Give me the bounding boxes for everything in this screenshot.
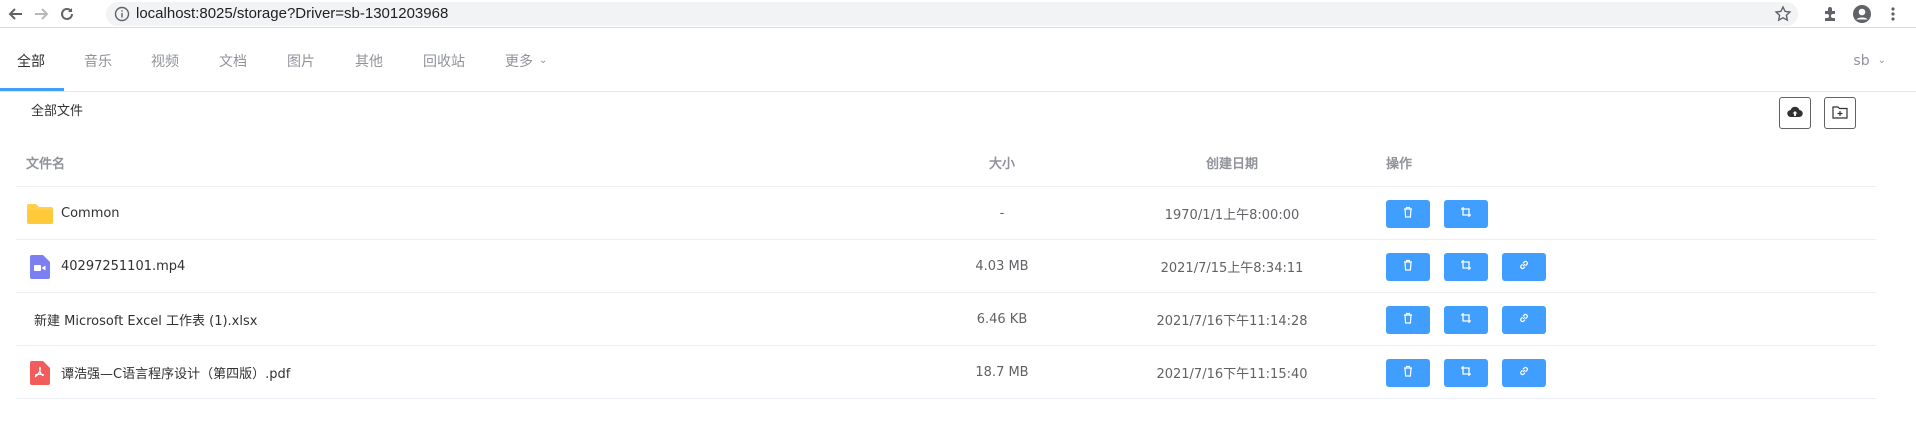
column-header-size[interactable]: 大小: [912, 138, 1092, 187]
table-row[interactable]: Common - 1970/1/1上午8:00:00: [16, 187, 1876, 240]
tab-label: 视频: [151, 53, 179, 70]
file-date: 2021/7/16下午11:14:28: [1156, 314, 1308, 329]
link-icon: [1518, 365, 1530, 381]
delete-button[interactable]: [1386, 252, 1430, 281]
file-date: 2021/7/16下午11:15:40: [1156, 367, 1308, 382]
new-folder-button[interactable]: [1824, 97, 1856, 129]
tab-label: 回收站: [423, 53, 465, 70]
active-tab-indicator: [0, 88, 64, 91]
file-name-cell[interactable]: 谭浩强—C语言程序设计（第四版）.pdf: [26, 346, 290, 399]
address-bar[interactable]: localhost:8025/storage?Driver=sb-1301203…: [106, 2, 1798, 26]
tab-label: 图片: [287, 53, 315, 70]
file-date: 1970/1/1上午8:00:00: [1164, 208, 1300, 223]
forward-icon[interactable]: [31, 4, 51, 24]
row-actions: [1386, 240, 1546, 293]
trash-icon: [1402, 312, 1414, 328]
row-actions: [1386, 293, 1546, 346]
tab-other[interactable]: 其他: [355, 29, 383, 92]
column-header-actions: 操作: [1386, 157, 1413, 172]
file-name-cell[interactable]: 40297251101.mp4: [26, 240, 185, 293]
tab-more[interactable]: 更多 ⌄: [505, 29, 547, 92]
table-row[interactable]: 谭浩强—C语言程序设计（第四版）.pdf 18.7 MB 2021/7/16下午…: [16, 346, 1876, 399]
column-header-date[interactable]: 创建日期: [1112, 138, 1352, 187]
table-header: 文件名 大小 创建日期 操作: [16, 138, 1876, 187]
folder-add-icon: [1832, 104, 1848, 123]
file-size: -: [999, 206, 1005, 221]
tab-music[interactable]: 音乐: [84, 29, 112, 92]
tab-label: 更多: [505, 53, 533, 70]
back-icon[interactable]: [6, 4, 26, 24]
crop-button[interactable]: [1444, 252, 1488, 281]
crop-button[interactable]: [1444, 358, 1488, 387]
upload-button[interactable]: [1779, 97, 1811, 129]
breadcrumb[interactable]: 全部文件: [31, 100, 83, 119]
delete-button[interactable]: [1386, 199, 1430, 228]
crop-icon: [1460, 206, 1472, 222]
bookmark-star-icon[interactable]: [1774, 5, 1792, 27]
extensions-icon[interactable]: [1820, 4, 1840, 24]
profile-avatar-icon[interactable]: [1852, 4, 1872, 24]
trash-icon: [1402, 365, 1414, 381]
tab-label: 音乐: [84, 53, 112, 70]
chevron-down-icon: ⌄: [539, 55, 548, 66]
video-file-icon: [26, 253, 54, 281]
share-link-button[interactable]: [1502, 305, 1546, 334]
tab-documents[interactable]: 文档: [219, 29, 247, 92]
crop-icon: [1460, 312, 1472, 328]
delete-button[interactable]: [1386, 358, 1430, 387]
chevron-down-icon: ⌄: [1877, 55, 1886, 66]
crop-icon: [1460, 259, 1472, 275]
file-name: Common: [61, 206, 120, 221]
trash-icon: [1402, 259, 1414, 275]
file-size: 4.03 MB: [975, 259, 1029, 274]
column-header-name[interactable]: 文件名: [26, 138, 65, 187]
link-icon: [1518, 259, 1530, 275]
link-icon: [1518, 312, 1530, 328]
cloud-upload-icon: [1787, 104, 1803, 123]
share-link-button[interactable]: [1502, 252, 1546, 281]
app-nav-bar: 全部 音乐 视频 文档 图片 其他 回收站 更多 ⌄ sb ⌄: [0, 29, 1916, 92]
file-name-cell[interactable]: Common: [26, 187, 120, 240]
file-size: 6.46 KB: [976, 312, 1028, 327]
site-info-icon[interactable]: [114, 6, 130, 26]
tab-images[interactable]: 图片: [287, 29, 315, 92]
browser-toolbar: localhost:8025/storage?Driver=sb-1301203…: [0, 0, 1916, 28]
file-size: 18.7 MB: [975, 365, 1029, 380]
tab-label: 文档: [219, 53, 247, 70]
tab-label: 全部: [17, 53, 45, 70]
file-name: 新建 Microsoft Excel 工作表 (1).xlsx: [34, 314, 258, 329]
crop-button[interactable]: [1444, 199, 1488, 228]
file-table: 文件名 大小 创建日期 操作 Common - 1970/1/1上午8:00:0…: [16, 138, 1876, 399]
crop-icon: [1460, 365, 1472, 381]
share-link-button[interactable]: [1502, 358, 1546, 387]
user-menu[interactable]: sb ⌄: [1853, 29, 1886, 92]
trash-icon: [1402, 206, 1414, 222]
delete-button[interactable]: [1386, 305, 1430, 334]
url-text: localhost:8025/storage?Driver=sb-1301203…: [136, 5, 449, 22]
browser-menu-icon[interactable]: [1883, 4, 1903, 24]
crop-button[interactable]: [1444, 305, 1488, 334]
username: sb: [1853, 52, 1870, 69]
row-actions: [1386, 187, 1488, 240]
file-date: 2021/7/15上午8:34:11: [1160, 261, 1304, 276]
tab-all[interactable]: 全部: [17, 29, 45, 92]
reload-icon[interactable]: [57, 4, 77, 24]
table-row[interactable]: 40297251101.mp4 4.03 MB 2021/7/15上午8:34:…: [16, 240, 1876, 293]
tab-recycle-bin[interactable]: 回收站: [423, 29, 465, 92]
tab-label: 其他: [355, 53, 383, 70]
row-actions: [1386, 346, 1546, 399]
file-name: 谭浩强—C语言程序设计（第四版）.pdf: [61, 367, 291, 382]
folder-icon: [26, 200, 54, 228]
table-row[interactable]: 新建 Microsoft Excel 工作表 (1).xlsx 6.46 KB …: [16, 293, 1876, 346]
tab-video[interactable]: 视频: [151, 29, 179, 92]
file-name: 40297251101.mp4: [61, 259, 186, 274]
file-name-cell[interactable]: 新建 Microsoft Excel 工作表 (1).xlsx: [34, 293, 257, 346]
pdf-file-icon: [26, 359, 54, 387]
